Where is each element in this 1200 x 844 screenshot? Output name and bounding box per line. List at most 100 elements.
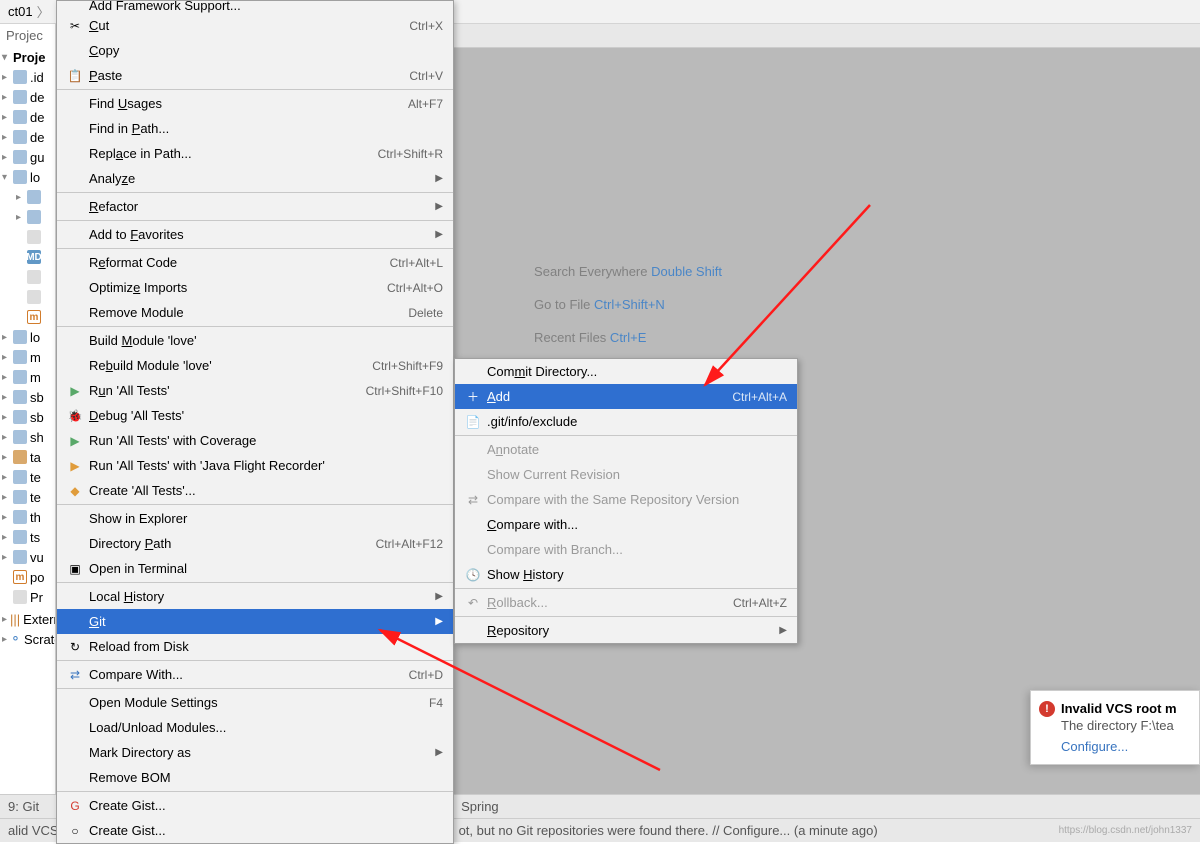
menu-item[interactable]: Commit Directory... bbox=[455, 359, 797, 384]
menu-item[interactable]: Find in Path... bbox=[57, 116, 453, 141]
menu-item[interactable]: Refactor▶ bbox=[57, 194, 453, 219]
menu-item[interactable]: ▶Run 'All Tests' with 'Java Flight Recor… bbox=[57, 453, 453, 478]
menu-item[interactable]: Analyze▶ bbox=[57, 166, 453, 191]
git-submenu[interactable]: Commit Directory...＋AddCtrl+Alt+A📄.git/i… bbox=[454, 358, 798, 644]
menu-item[interactable]: 🕓Show History bbox=[455, 562, 797, 587]
menu-item[interactable]: Reformat CodeCtrl+Alt+L bbox=[57, 250, 453, 275]
blank-icon bbox=[67, 171, 83, 187]
git-tool-window[interactable]: 9: Git bbox=[8, 799, 39, 814]
tree-item[interactable]: Pr bbox=[0, 587, 55, 607]
menu-item[interactable]: Local History▶ bbox=[57, 584, 453, 609]
tree-item[interactable]: mpo bbox=[0, 567, 55, 587]
tree-item[interactable]: ▸te bbox=[0, 487, 55, 507]
expand-icon[interactable]: ▸ bbox=[2, 392, 10, 403]
tree-item[interactable]: ▸vu bbox=[0, 547, 55, 567]
expand-icon[interactable]: ▸ bbox=[2, 432, 10, 443]
breadcrumb-item[interactable]: ct01 bbox=[8, 4, 33, 19]
menu-item[interactable]: Replace in Path...Ctrl+Shift+R bbox=[57, 141, 453, 166]
project-root[interactable]: ▾ Proje bbox=[0, 47, 55, 67]
menu-item[interactable]: ▶Run 'All Tests' with Coverage bbox=[57, 428, 453, 453]
menu-item[interactable]: Git▶ bbox=[57, 609, 453, 634]
expand-icon[interactable]: ▸ bbox=[2, 352, 10, 363]
tree-item[interactable]: ▸gu bbox=[0, 147, 55, 167]
menu-item[interactable]: Add to Favorites▶ bbox=[57, 222, 453, 247]
menu-item[interactable]: ↻Reload from Disk bbox=[57, 634, 453, 659]
external-libs[interactable]: ▸|||Extern bbox=[0, 609, 55, 629]
tree-item[interactable]: ▸de bbox=[0, 87, 55, 107]
tree-item[interactable]: ▸sb bbox=[0, 387, 55, 407]
expand-icon[interactable]: ▸ bbox=[2, 492, 10, 503]
expand-icon[interactable]: ▸ bbox=[16, 212, 24, 223]
tree-item[interactable]: ▸te bbox=[0, 467, 55, 487]
menu-item[interactable]: ◆Create 'All Tests'... bbox=[57, 478, 453, 503]
sidebar-header[interactable]: Projec bbox=[0, 24, 55, 47]
expand-icon[interactable]: ▸ bbox=[2, 72, 10, 83]
menu-item[interactable]: ✂CutCtrl+X bbox=[57, 13, 453, 38]
menu-item[interactable]: Rebuild Module 'love'Ctrl+Shift+F9 bbox=[57, 353, 453, 378]
tree-item[interactable]: MD bbox=[0, 247, 55, 267]
menu-item[interactable]: GCreate Gist... bbox=[57, 793, 453, 818]
expand-icon[interactable]: ▸ bbox=[2, 512, 10, 523]
expand-icon[interactable]: ▸ bbox=[16, 192, 24, 203]
tree-item[interactable]: ▸sb bbox=[0, 407, 55, 427]
expand-icon[interactable]: ▸ bbox=[2, 552, 10, 563]
tree-item[interactable]: ▸.id bbox=[0, 67, 55, 87]
menu-item[interactable]: Build Module 'love' bbox=[57, 328, 453, 353]
tree-item[interactable]: ▸ta bbox=[0, 447, 55, 467]
tree-item[interactable] bbox=[0, 227, 55, 247]
menu-item[interactable]: 📄.git/info/exclude bbox=[455, 409, 797, 434]
tree-item[interactable]: ▸lo bbox=[0, 327, 55, 347]
menu-item[interactable]: Directory PathCtrl+Alt+F12 bbox=[57, 531, 453, 556]
menu-item[interactable]: Remove ModuleDelete bbox=[57, 300, 453, 325]
tree-item[interactable] bbox=[0, 267, 55, 287]
tree-item[interactable]: m bbox=[0, 307, 55, 327]
expand-icon[interactable]: ▸ bbox=[2, 92, 10, 103]
context-menu[interactable]: Add Framework Support...✂CutCtrl+XCopy📋P… bbox=[56, 0, 454, 844]
menu-item[interactable]: Find UsagesAlt+F7 bbox=[57, 91, 453, 116]
spring-label[interactable]: Spring bbox=[461, 799, 499, 814]
tree-item[interactable]: ▸sh bbox=[0, 427, 55, 447]
expand-icon[interactable]: ▸ bbox=[2, 472, 10, 483]
menu-item[interactable]: Repository▶ bbox=[455, 618, 797, 643]
expand-icon[interactable]: ▾ bbox=[2, 52, 10, 63]
menu-item[interactable]: Copy bbox=[57, 38, 453, 63]
expand-icon[interactable]: ▾ bbox=[2, 172, 10, 183]
tree-item[interactable]: ▸ bbox=[0, 187, 55, 207]
tree-item[interactable]: ▸ts bbox=[0, 527, 55, 547]
menu-item[interactable]: Show in Explorer bbox=[57, 506, 453, 531]
menu-item[interactable]: 📋PasteCtrl+V bbox=[57, 63, 453, 88]
tree-item[interactable]: ▸ bbox=[0, 207, 55, 227]
expand-icon[interactable]: ▸ bbox=[2, 332, 10, 343]
tree-item[interactable]: ▸th bbox=[0, 507, 55, 527]
expand-icon[interactable]: ▸ bbox=[2, 152, 10, 163]
configure-link[interactable]: Configure... bbox=[1061, 739, 1189, 754]
tree-item[interactable]: ▸m bbox=[0, 347, 55, 367]
expand-icon[interactable]: ▸ bbox=[2, 452, 10, 463]
menu-item[interactable]: 🐞Debug 'All Tests' bbox=[57, 403, 453, 428]
menu-item[interactable]: ＋AddCtrl+Alt+A bbox=[455, 384, 797, 409]
scratches[interactable]: ▸⚬Scratc bbox=[0, 629, 55, 649]
tree-item[interactable]: ▸de bbox=[0, 127, 55, 147]
submenu-arrow-icon: ▶ bbox=[435, 747, 443, 758]
menu-item[interactable]: Compare with... bbox=[455, 512, 797, 537]
menu-item[interactable]: Add Framework Support... bbox=[57, 1, 453, 13]
tree-item[interactable]: ▾lo bbox=[0, 167, 55, 187]
menu-item[interactable]: Optimize ImportsCtrl+Alt+O bbox=[57, 275, 453, 300]
expand-icon[interactable]: ▸ bbox=[2, 412, 10, 423]
menu-item[interactable]: Remove BOM bbox=[57, 765, 453, 790]
tree-item[interactable]: ▸de bbox=[0, 107, 55, 127]
tree-item[interactable]: ▸m bbox=[0, 367, 55, 387]
tree-item[interactable] bbox=[0, 287, 55, 307]
menu-item[interactable]: ▣Open in Terminal bbox=[57, 556, 453, 581]
expand-icon[interactable]: ▸ bbox=[2, 372, 10, 383]
menu-item[interactable]: Mark Directory as▶ bbox=[57, 740, 453, 765]
menu-item[interactable]: ⇄Compare With...Ctrl+D bbox=[57, 662, 453, 687]
menu-item[interactable]: Open Module SettingsF4 bbox=[57, 690, 453, 715]
menu-item[interactable]: ▶Run 'All Tests'Ctrl+Shift+F10 bbox=[57, 378, 453, 403]
menu-item[interactable]: ○Create Gist... bbox=[57, 818, 453, 843]
↶-icon: ↶ bbox=[465, 595, 481, 611]
expand-icon[interactable]: ▸ bbox=[2, 532, 10, 543]
expand-icon[interactable]: ▸ bbox=[2, 112, 10, 123]
menu-item[interactable]: Load/Unload Modules... bbox=[57, 715, 453, 740]
expand-icon[interactable]: ▸ bbox=[2, 132, 10, 143]
